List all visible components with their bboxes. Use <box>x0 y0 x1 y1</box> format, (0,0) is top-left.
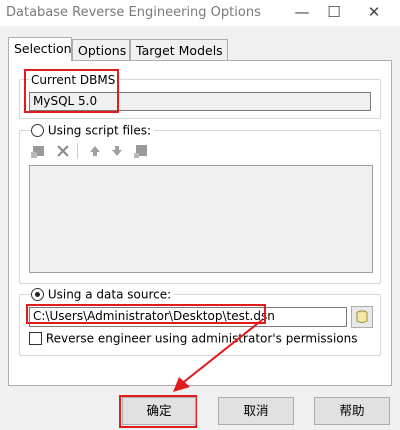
help-button[interactable]: 帮助 <box>314 397 390 425</box>
help-button-label: 帮助 <box>339 403 365 418</box>
admin-permissions-checkbox[interactable] <box>29 332 42 345</box>
move-down-icon[interactable] <box>109 143 125 159</box>
tab-target-models[interactable]: Target Models <box>130 39 228 60</box>
admin-permissions-label: Reverse engineer using administrator's p… <box>45 331 358 346</box>
tab-selection[interactable]: Selection <box>8 37 72 61</box>
browse-data-source-button[interactable] <box>351 306 373 328</box>
tab-selection-label: Selection <box>14 41 72 56</box>
highlight-current-dbms <box>24 69 119 113</box>
highlight-data-source-path <box>26 304 266 324</box>
minimize-icon: — <box>294 3 310 21</box>
title-bar: Database Reverse Engineering Options — ☐… <box>0 0 400 26</box>
admin-permissions-option[interactable]: Reverse engineer using administrator's p… <box>29 331 357 346</box>
data-source-radio[interactable] <box>31 288 44 301</box>
cancel-button-label: 取消 <box>243 403 269 418</box>
script-files-radio[interactable] <box>31 124 44 137</box>
maximize-button[interactable]: ☐ <box>316 0 352 26</box>
script-files-option[interactable]: Using script files: <box>31 123 155 138</box>
tab-options-label: Options <box>78 43 127 58</box>
radio-selected-dot <box>35 292 40 297</box>
close-button[interactable]: ✕ <box>356 0 392 26</box>
disabled-file-icon[interactable] <box>133 143 149 159</box>
window-title: Database Reverse Engineering Options <box>6 5 261 20</box>
browse-data-source-icon <box>356 310 368 323</box>
move-up-icon[interactable] <box>87 143 103 159</box>
script-files-list[interactable] <box>29 165 373 273</box>
add-file-icon[interactable] <box>31 143 47 159</box>
minimize-button[interactable]: — <box>284 0 320 26</box>
close-icon: ✕ <box>367 3 381 21</box>
tab-options[interactable]: Options <box>72 39 130 60</box>
data-source-label: Using a data source: <box>47 287 172 302</box>
tab-target-models-label: Target Models <box>136 43 223 58</box>
ok-button-label: 确定 <box>146 403 172 418</box>
toolbar-separator <box>77 143 78 159</box>
ok-button[interactable]: 确定 <box>122 397 196 425</box>
script-files-label: Using script files: <box>47 123 152 138</box>
data-source-option[interactable]: Using a data source: <box>31 287 175 302</box>
delete-icon[interactable] <box>55 143 71 159</box>
cancel-button[interactable]: 取消 <box>218 397 294 425</box>
maximize-icon: ☐ <box>327 3 341 21</box>
